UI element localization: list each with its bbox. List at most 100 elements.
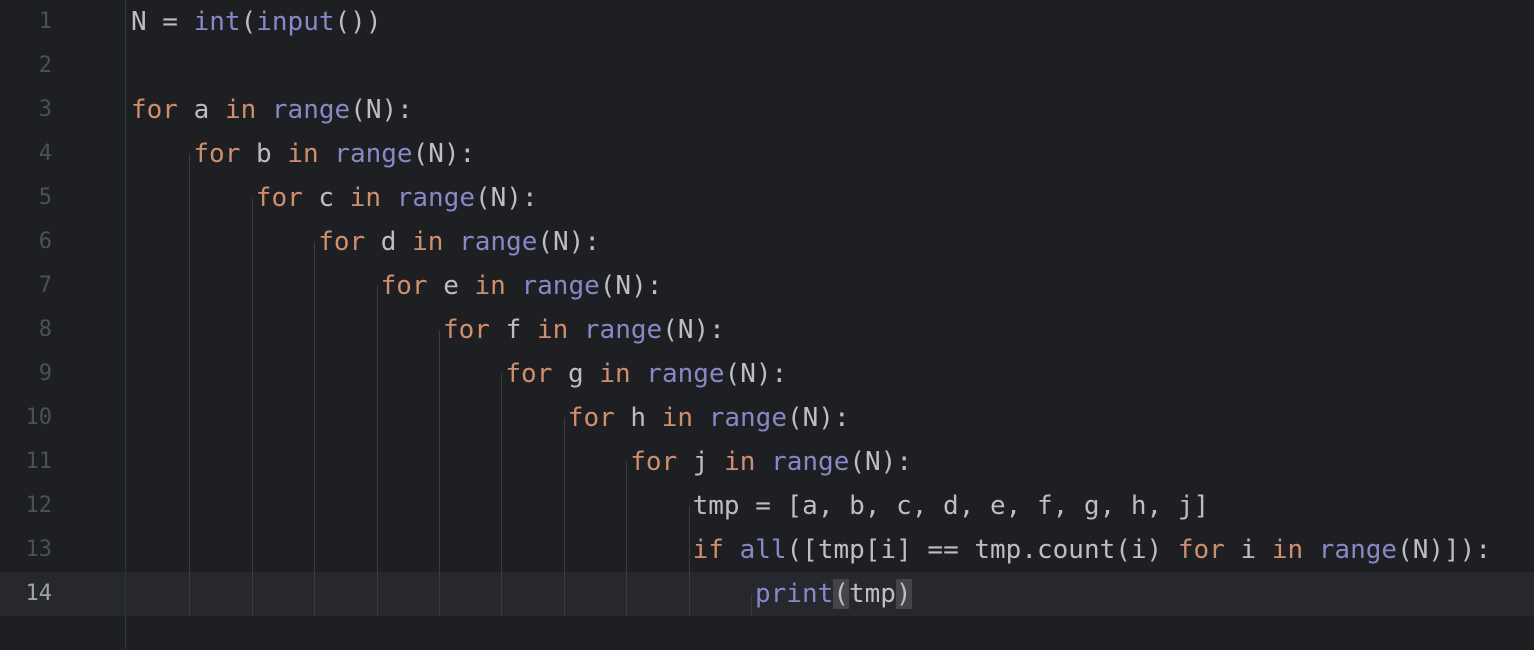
- code-token: (N)]):: [1397, 535, 1491, 565]
- code-line[interactable]: 7 for e in range(N):: [0, 264, 1534, 308]
- code-line[interactable]: 2: [0, 44, 1534, 88]
- code-line[interactable]: 5 for c in range(N):: [0, 176, 1534, 220]
- code-line[interactable]: 1 N = int(input()): [0, 0, 1534, 44]
- code-token: (N):: [599, 271, 663, 301]
- matched-brace: (: [833, 579, 849, 609]
- builtin-token: input: [256, 7, 335, 37]
- code-line[interactable]: 14 print(tmp): [0, 572, 1534, 616]
- line-number: 13: [25, 537, 53, 562]
- code-token: f: [489, 315, 537, 345]
- code-token: g: [552, 359, 600, 389]
- line-code[interactable]: tmp = [a, b, c, d, e, f, g, h, j]: [693, 484, 1210, 528]
- keyword-token: if: [692, 535, 724, 565]
- builtin-token: range: [271, 95, 351, 125]
- code-token: c: [302, 183, 350, 213]
- code-token: (N):: [662, 315, 725, 345]
- builtin-token: range: [396, 183, 475, 213]
- code-line[interactable]: 9 for g in range(N):: [0, 352, 1534, 396]
- line-code[interactable]: for a in range(N):: [131, 88, 413, 132]
- keyword-token: in: [661, 403, 694, 433]
- code-editor[interactable]: 1N = int(input()) 2 3 for a in range(N): 4 fo…: [0, 0, 1534, 650]
- keyword-token: for: [380, 271, 428, 301]
- code-token: j: [677, 447, 725, 477]
- code-token: (N):: [724, 359, 788, 389]
- builtin-token: range: [334, 139, 413, 169]
- code-line[interactable]: 11 for j in range(N):: [0, 440, 1534, 484]
- keyword-token: for: [255, 183, 303, 213]
- line-code[interactable]: N = int(input()): [131, 0, 382, 44]
- builtin-token: range: [583, 315, 663, 345]
- line-number: 6: [38, 229, 52, 254]
- keyword-token: for: [193, 139, 241, 169]
- code-token: (N):: [474, 183, 538, 213]
- line-number: 5: [38, 185, 52, 210]
- line-code[interactable]: for f in range(N):: [443, 308, 725, 352]
- code-token: (N):: [537, 227, 600, 257]
- line-code[interactable]: for b in range(N):: [193, 132, 475, 176]
- code-token: (N):: [849, 447, 912, 477]
- line-code[interactable]: for c in range(N):: [256, 176, 538, 220]
- line-number: 1: [38, 9, 52, 34]
- line-code[interactable]: for h in range(N):: [568, 396, 850, 440]
- builtin-token: all: [739, 535, 787, 565]
- keyword-token: in: [536, 315, 569, 345]
- line-code[interactable]: for e in range(N):: [381, 264, 663, 308]
- keyword-token: for: [318, 227, 366, 257]
- keyword-token: for: [567, 403, 615, 433]
- code-token: (N):: [412, 139, 476, 169]
- line-number: 2: [38, 53, 52, 78]
- code-line[interactable]: 3 for a in range(N):: [0, 88, 1534, 132]
- keyword-token: in: [412, 227, 444, 257]
- line-code[interactable]: if all([tmp[i] == tmp.count(i) for i in …: [693, 528, 1491, 572]
- code-token: N =: [131, 7, 194, 37]
- keyword-token: in: [599, 359, 631, 389]
- code-token: (N):: [350, 95, 413, 125]
- code-token: (N):: [786, 403, 850, 433]
- builtin-token: range: [771, 447, 850, 477]
- code-line[interactable]: 12 tmp = [a, b, c, d, e, f, g, h, j]: [0, 484, 1534, 528]
- line-code[interactable]: for j in range(N):: [630, 440, 912, 484]
- builtin-token: int: [193, 7, 241, 37]
- keyword-token: in: [474, 271, 506, 301]
- code-token: ([tmp[i] == tmp.count(i): [786, 535, 1178, 565]
- keyword-token: for: [131, 95, 178, 125]
- code-token: i: [1224, 535, 1272, 565]
- builtin-token: print: [755, 579, 834, 609]
- keyword-token: for: [443, 315, 490, 345]
- code-line[interactable]: 10 for h in range(N):: [0, 396, 1534, 440]
- keyword-token: for: [505, 359, 553, 389]
- keyword-token: in: [1271, 535, 1304, 565]
- keyword-token: in: [287, 139, 319, 169]
- line-number: 12: [25, 493, 53, 518]
- line-code[interactable]: for g in range(N):: [505, 352, 787, 396]
- line-number: 9: [38, 361, 52, 386]
- code-token: tmp = [a, b, c, d, e, f, g, h, j]: [692, 491, 1210, 521]
- keyword-token: for: [1177, 535, 1225, 565]
- line-code[interactable]: for d in range(N):: [318, 220, 600, 264]
- builtin-token: range: [521, 271, 600, 301]
- keyword-token: for: [630, 447, 678, 477]
- code-token: h: [614, 403, 662, 433]
- code-line[interactable]: 4 for b in range(N):: [0, 132, 1534, 176]
- line-code[interactable]: print(tmp): [755, 572, 912, 616]
- code-token: ()): [334, 7, 382, 37]
- code-line[interactable]: 13 if all([tmp[i] == tmp.count(i) for i i…: [0, 528, 1534, 572]
- builtin-token: range: [708, 403, 787, 433]
- code-token: d: [365, 227, 413, 257]
- line-number: 14: [25, 581, 53, 606]
- keyword-token: in: [224, 95, 257, 125]
- code-line[interactable]: 8 for f in range(N):: [0, 308, 1534, 352]
- keyword-token: in: [349, 183, 382, 213]
- code-token: b: [240, 139, 288, 169]
- code-line[interactable]: 6 for d in range(N):: [0, 220, 1534, 264]
